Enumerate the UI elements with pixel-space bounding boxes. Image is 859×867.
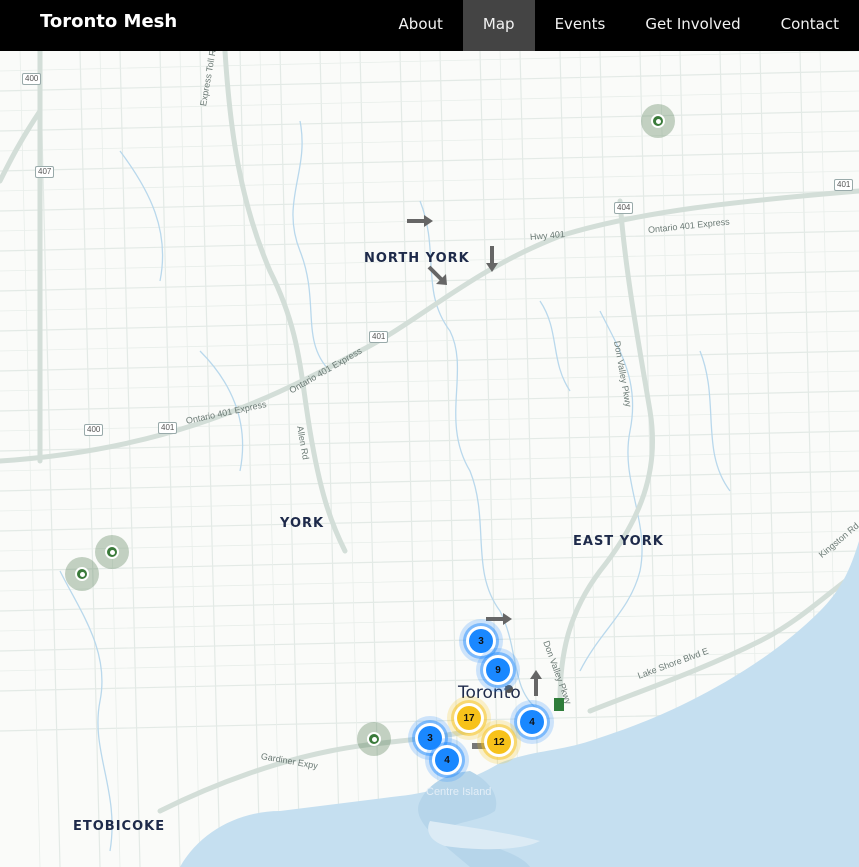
- mesh-node-marker[interactable]: [641, 104, 675, 138]
- cluster-marker[interactable]: 3: [469, 629, 493, 653]
- mesh-node-marker[interactable]: [357, 722, 391, 756]
- node-dot-icon: [75, 567, 89, 581]
- link-arrow-icon[interactable]: [484, 611, 514, 627]
- cluster-marker[interactable]: 3: [418, 726, 442, 750]
- nav-map[interactable]: Map: [462, 0, 535, 51]
- cluster-marker[interactable]: 9: [486, 658, 510, 682]
- nav-contact[interactable]: Contact: [761, 0, 859, 51]
- highway-shield-400: 400: [22, 73, 42, 85]
- link-arrow-icon[interactable]: [528, 668, 544, 698]
- node-dot-icon: [651, 114, 665, 128]
- top-navbar: Toronto Mesh About Map Events Get Involv…: [0, 0, 859, 51]
- highway-shield-400-west: 400: [84, 424, 104, 436]
- cluster-marker[interactable]: 4: [520, 710, 544, 734]
- district-york: YORK: [280, 516, 325, 531]
- water-label-centre-island: Centre Island: [426, 786, 492, 798]
- cluster-marker[interactable]: 17: [457, 706, 481, 730]
- node-dot-icon: [105, 545, 119, 559]
- district-north-york: NORTH YORK: [364, 251, 470, 266]
- nav-events[interactable]: Events: [535, 0, 626, 51]
- nav-get-involved[interactable]: Get Involved: [625, 0, 760, 51]
- cluster-marker[interactable]: 4: [435, 748, 459, 772]
- mesh-node-marker[interactable]: [65, 557, 99, 591]
- highway-shield-401-mid: 401: [369, 331, 389, 343]
- district-etobicoke: ETOBICOKE: [73, 819, 166, 834]
- site-brand[interactable]: Toronto Mesh: [40, 11, 177, 32]
- mesh-map[interactable]: NORTH YORK YORK EAST YORK ETOBICOKE Toro…: [0, 51, 859, 867]
- link-arrow-icon[interactable]: [426, 264, 450, 288]
- main-nav: About Map Events Get Involved Contact: [379, 0, 859, 51]
- nav-about[interactable]: About: [379, 0, 463, 51]
- highway-shield-407: 407: [35, 166, 55, 178]
- node-dot-icon: [367, 732, 381, 746]
- point-dot-icon: [505, 685, 513, 693]
- highway-shield-401-west: 401: [158, 422, 178, 434]
- highway-shield-401-east: 401: [834, 179, 854, 191]
- district-east-york: EAST YORK: [573, 534, 664, 549]
- mesh-node-marker[interactable]: [95, 535, 129, 569]
- highway-shield-404: 404: [614, 202, 634, 214]
- node-square-icon[interactable]: [553, 697, 565, 713]
- link-arrow-icon[interactable]: [405, 213, 435, 229]
- cluster-marker[interactable]: 12: [487, 730, 511, 754]
- link-arrow-icon[interactable]: [484, 244, 500, 274]
